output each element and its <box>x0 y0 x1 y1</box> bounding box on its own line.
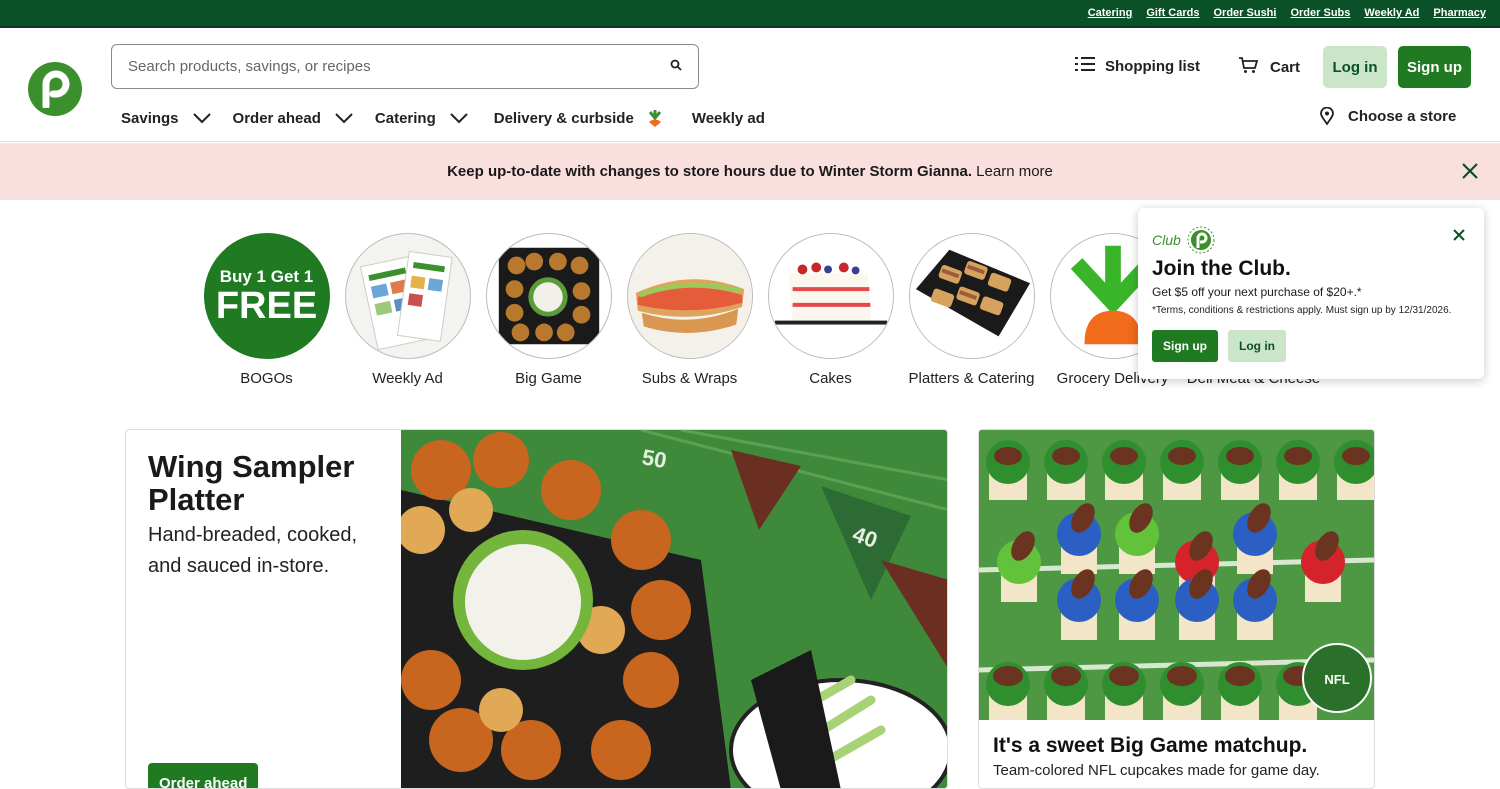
utility-link-catering[interactable]: Catering <box>1088 7 1133 19</box>
nav-label: Order ahead <box>232 109 321 127</box>
bogo-badge-image: Buy 1 Get 1 FREE <box>203 233 330 359</box>
nav-item-catering[interactable]: Catering <box>375 110 468 127</box>
nav-item-savings[interactable]: Savings <box>121 110 211 127</box>
weekly-ad-image <box>344 233 471 359</box>
site-header: Shopping list Cart Log in Sign up Saving… <box>0 28 1500 142</box>
category-subs-wraps[interactable]: Subs & Wraps <box>619 233 760 389</box>
nav-label: Savings <box>121 109 179 127</box>
search-bar[interactable] <box>111 44 699 89</box>
subs-wraps-image <box>626 233 753 359</box>
chevron-down-icon <box>450 112 468 123</box>
choose-store-label: Choose a store <box>1348 107 1457 125</box>
publix-p-icon <box>1187 226 1215 254</box>
club-login-button[interactable]: Log in <box>1228 330 1286 362</box>
big-game-image <box>485 233 612 359</box>
category-label: Cakes <box>809 370 852 387</box>
carrot-icon <box>648 110 661 127</box>
nav-label: Delivery & curbside <box>493 109 634 127</box>
nav-label: Catering <box>374 109 436 127</box>
promo-title: It's a sweet Big Game matchup. <box>993 734 1308 757</box>
club-offer: Get $5 off your next purchase of $20+.* <box>1152 285 1362 299</box>
nav-item-order-ahead[interactable]: Order ahead <box>233 110 353 127</box>
category-bogos[interactable]: Buy 1 Get 1 FREE BOGOs <box>196 233 337 389</box>
category-label: Subs & Wraps <box>641 370 738 387</box>
shopping-list-link[interactable]: Shopping list <box>1075 56 1200 76</box>
location-pin-icon <box>1320 107 1334 125</box>
promo-card[interactable]: NFL It's a sweet Big Game matchup. Team-… <box>978 429 1375 789</box>
yard-marker-50: 50 <box>640 444 668 473</box>
signup-button[interactable]: Sign up <box>1398 46 1471 88</box>
platters-image <box>908 233 1035 359</box>
category-platters-catering[interactable]: Platters & Catering <box>901 233 1042 389</box>
category-weekly-ad[interactable]: Weekly Ad <box>337 233 478 389</box>
wing-platter-image: 50 40 <box>401 430 947 788</box>
cart-icon <box>1238 56 1259 78</box>
utility-bar: Catering Gift Cards Order Sushi Order Su… <box>0 0 1500 28</box>
list-icon <box>1075 56 1095 76</box>
close-icon[interactable] <box>1452 228 1466 242</box>
category-big-game[interactable]: Big Game <box>478 233 619 389</box>
chevron-down-icon <box>192 112 211 123</box>
cakes-image <box>767 233 894 359</box>
club-popup: Club Join the Club. Get $5 off your next… <box>1138 208 1484 379</box>
bogo-badge-line2: FREE <box>215 284 318 327</box>
club-terms: *Terms, conditions & restrictions apply.… <box>1152 305 1452 316</box>
category-cakes[interactable]: Cakes <box>760 233 901 389</box>
publix-logo-icon[interactable] <box>28 62 82 116</box>
bogo-badge-line1: Buy 1 Get 1 <box>219 266 314 286</box>
choose-store-link[interactable]: Choose a store <box>1320 107 1456 125</box>
utility-link-weekly-ad[interactable]: Weekly Ad <box>1364 7 1419 19</box>
category-label: BOGOs <box>240 370 293 387</box>
alert-learn-more-link[interactable]: Learn more <box>976 163 1053 180</box>
alert-banner: Keep up-to-date with changes to store ho… <box>0 143 1500 200</box>
promo-subtitle: Team-colored NFL cupcakes made for game … <box>993 762 1320 779</box>
category-label: Platters & Catering <box>908 370 1035 387</box>
cart-label: Cart <box>1270 58 1301 76</box>
club-title: Join the Club. <box>1152 257 1291 280</box>
cart-link[interactable]: Cart <box>1238 56 1300 78</box>
close-icon[interactable] <box>1460 161 1480 181</box>
nav-item-delivery[interactable]: Delivery & curbside <box>494 108 664 128</box>
shopping-list-label: Shopping list <box>1105 57 1200 75</box>
nav-item-weekly-ad[interactable]: Weekly ad <box>692 110 765 127</box>
category-label: Big Game <box>515 370 582 387</box>
main-nav: Savings Order ahead Catering Delivery & … <box>121 108 787 128</box>
alert-message: Keep up-to-date with changes to store ho… <box>447 163 972 180</box>
login-button[interactable]: Log in <box>1323 46 1387 88</box>
hero-card[interactable]: Wing Sampler Platter Hand-breaded, cooke… <box>125 429 948 789</box>
club-brand-label: Club <box>1152 232 1181 248</box>
nfl-cupcakes-image: NFL <box>979 430 1374 720</box>
club-brand: Club <box>1152 226 1470 254</box>
nav-label: Weekly ad <box>691 109 765 127</box>
category-label: Weekly Ad <box>372 370 443 387</box>
search-icon[interactable] <box>670 58 682 76</box>
chevron-down-icon <box>335 112 353 123</box>
club-signup-button[interactable]: Sign up <box>1152 330 1218 362</box>
utility-link-order-sushi[interactable]: Order Sushi <box>1214 7 1277 19</box>
nfl-badge-text: NFL <box>1324 672 1349 687</box>
utility-link-gift-cards[interactable]: Gift Cards <box>1146 7 1199 19</box>
utility-link-pharmacy[interactable]: Pharmacy <box>1433 7 1486 19</box>
hero-title: Wing Sampler Platter <box>148 449 355 517</box>
hero-subtitle: Hand-breaded, cooked, and sauced in-stor… <box>148 524 358 577</box>
utility-link-order-subs[interactable]: Order Subs <box>1290 7 1350 19</box>
search-input[interactable] <box>128 58 670 75</box>
order-ahead-button[interactable]: Order ahead <box>148 763 259 788</box>
